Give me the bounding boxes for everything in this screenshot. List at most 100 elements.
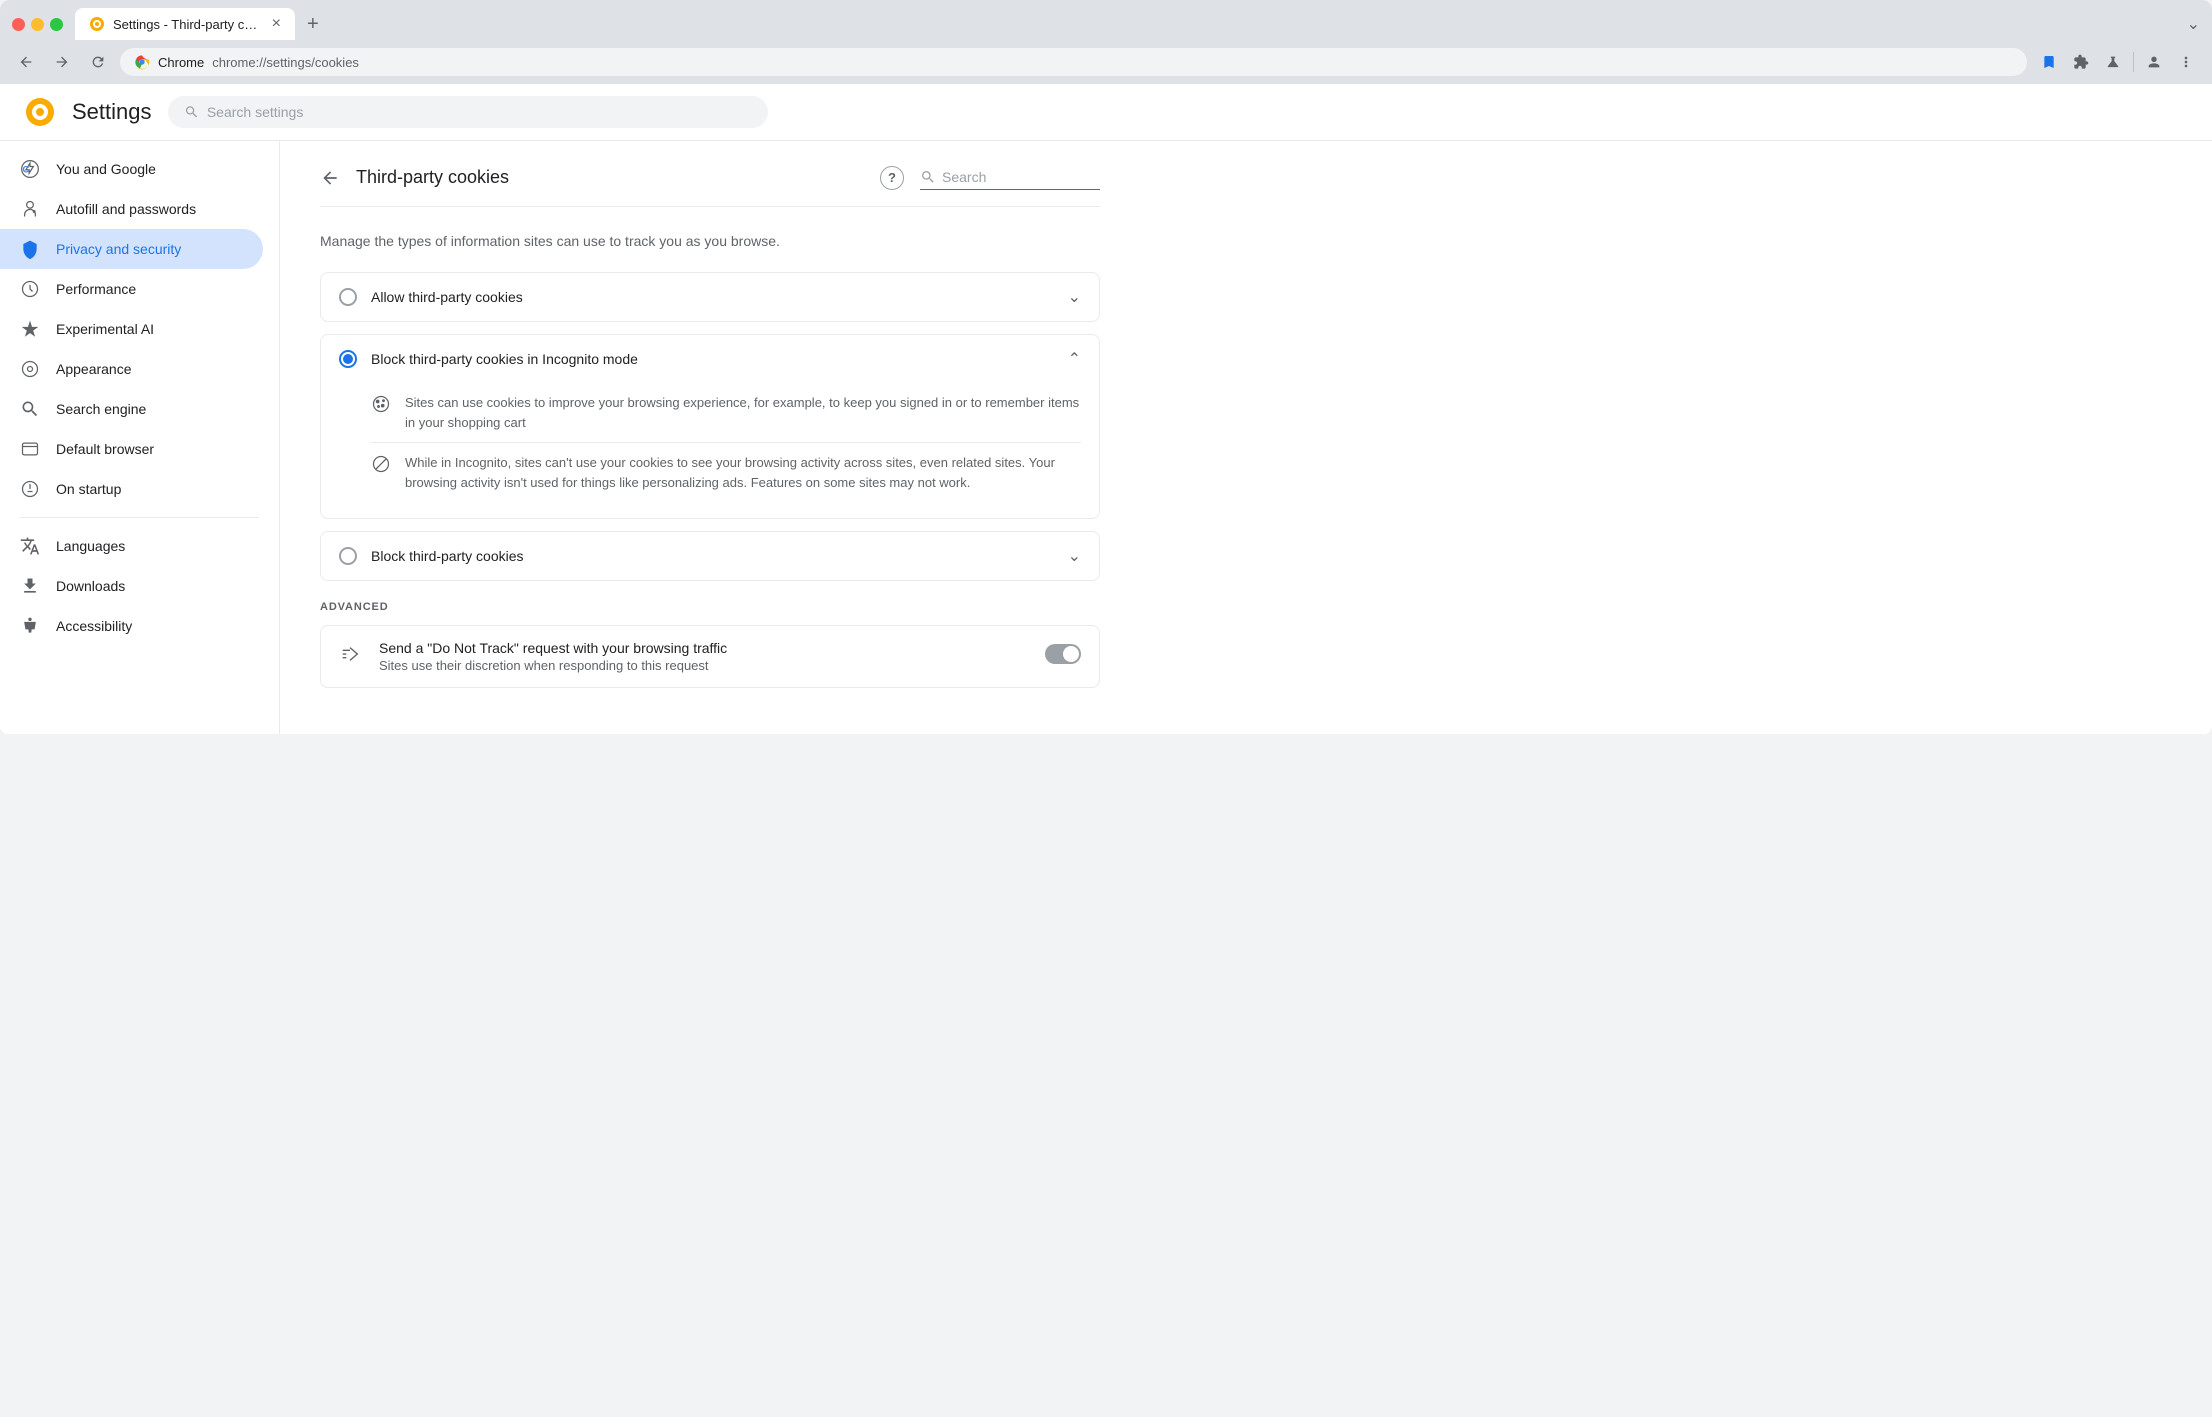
sidebar: G You and Google Autofill and passwords — [0, 141, 280, 734]
forward-button[interactable] — [48, 48, 76, 76]
do-not-track-row: Send a "Do Not Track" request with your … — [320, 625, 1100, 688]
sidebar-label-languages: Languages — [56, 538, 125, 554]
sidebar-item-performance[interactable]: Performance — [0, 269, 263, 309]
profile-button[interactable] — [2140, 48, 2168, 76]
option-incognito-label: Block third-party cookies in Incognito m… — [371, 351, 1054, 367]
tab-overflow-button[interactable]: ⌄ — [2187, 14, 2200, 34]
sidebar-label-performance: Performance — [56, 281, 136, 297]
option-block-incognito: Block third-party cookies in Incognito m… — [320, 334, 1100, 519]
sidebar-item-appearance[interactable]: Appearance — [0, 349, 263, 389]
help-button[interactable]: ? — [880, 166, 904, 190]
expanded-item-1: Sites can use cookies to improve your br… — [371, 383, 1081, 442]
performance-icon — [20, 279, 40, 299]
settings-search-input[interactable] — [207, 104, 752, 120]
radio-allow[interactable] — [339, 288, 357, 306]
google-icon: G — [20, 159, 40, 179]
search-icon — [184, 104, 199, 120]
option-block-all-label: Block third-party cookies — [371, 548, 1054, 564]
page-search-icon — [920, 169, 936, 185]
sidebar-item-search-engine[interactable]: Search engine — [0, 389, 263, 429]
content-area: Third-party cookies ? Manage the types o… — [280, 141, 2212, 734]
block-icon — [371, 454, 391, 474]
back-button[interactable] — [12, 48, 40, 76]
expanded-item-2: While in Incognito, sites can't use your… — [371, 443, 1081, 502]
page-search-box[interactable] — [920, 165, 1100, 190]
traffic-light-green[interactable] — [50, 18, 63, 31]
page-search-input[interactable] — [942, 169, 1082, 185]
sidebar-label-accessibility: Accessibility — [56, 618, 132, 634]
do-not-track-main: Send a "Do Not Track" request with your … — [379, 640, 1029, 656]
sidebar-label-search-engine: Search engine — [56, 401, 146, 417]
settings-search-bar[interactable] — [168, 96, 768, 128]
sidebar-item-privacy[interactable]: Privacy and security — [0, 229, 263, 269]
sidebar-item-accessibility[interactable]: Accessibility — [0, 606, 263, 646]
chrome-logo-icon — [134, 54, 150, 70]
option-block-all-header[interactable]: Block third-party cookies ⌄ — [321, 532, 1099, 580]
option-block-all-chevron: ⌄ — [1068, 546, 1081, 566]
sidebar-item-experimental-ai[interactable]: Experimental AI — [0, 309, 263, 349]
toggle-knob — [1063, 646, 1079, 662]
search-engine-icon — [20, 399, 40, 419]
option-allow-chevron: ⌄ — [1068, 287, 1081, 307]
cookie-icon — [371, 394, 391, 414]
advanced-label: Advanced — [320, 601, 1100, 613]
new-tab-button[interactable]: + — [299, 13, 327, 36]
sidebar-item-downloads[interactable]: Downloads — [0, 566, 263, 606]
expanded-text-1: Sites can use cookies to improve your br… — [405, 393, 1081, 432]
sidebar-label-on-startup: On startup — [56, 481, 121, 497]
sidebar-label-privacy: Privacy and security — [56, 241, 181, 257]
page-back-button[interactable] — [320, 168, 340, 188]
sidebar-label-ai: Experimental AI — [56, 321, 154, 337]
reload-button[interactable] — [84, 48, 112, 76]
sidebar-divider — [20, 517, 259, 518]
shield-icon — [20, 239, 40, 259]
do-not-track-sub: Sites use their discretion when respondi… — [379, 658, 1029, 673]
tab-favicon — [89, 16, 105, 32]
accessibility-icon — [20, 616, 40, 636]
labs-button[interactable] — [2099, 48, 2127, 76]
option-block-all: Block third-party cookies ⌄ — [320, 531, 1100, 581]
startup-icon — [20, 479, 40, 499]
active-tab[interactable]: Settings - Third-party cookie × — [75, 8, 295, 40]
sidebar-item-you-and-google[interactable]: G You and Google — [0, 149, 263, 189]
tab-title: Settings - Third-party cookie — [113, 17, 264, 32]
sidebar-label-default-browser: Default browser — [56, 441, 154, 457]
page-header: Third-party cookies ? — [320, 165, 1100, 207]
sidebar-item-autofill[interactable]: Autofill and passwords — [0, 189, 263, 229]
expanded-text-2: While in Incognito, sites can't use your… — [405, 453, 1081, 492]
sidebar-item-default-browser[interactable]: Default browser — [0, 429, 263, 469]
sidebar-label-you-and-google: You and Google — [56, 161, 156, 177]
settings-title: Settings — [72, 99, 152, 125]
downloads-icon — [20, 576, 40, 596]
option-allow-header[interactable]: Allow third-party cookies ⌄ — [321, 273, 1099, 321]
menu-button[interactable] — [2172, 48, 2200, 76]
settings-logo — [24, 96, 56, 128]
option-allow-cookies: Allow third-party cookies ⌄ — [320, 272, 1100, 322]
address-bar[interactable]: Chrome chrome://settings/cookies — [120, 48, 2027, 76]
radio-incognito[interactable] — [339, 350, 357, 368]
tab-close-button[interactable]: × — [272, 16, 281, 32]
languages-icon — [20, 536, 40, 556]
sidebar-label-appearance: Appearance — [56, 361, 132, 377]
radio-inner — [343, 354, 353, 364]
radio-block-all[interactable] — [339, 547, 357, 565]
do-not-track-icon — [339, 642, 363, 666]
extensions-button[interactable] — [2067, 48, 2095, 76]
do-not-track-toggle[interactable] — [1045, 644, 1081, 664]
ai-icon — [20, 319, 40, 339]
option-incognito-header[interactable]: Block third-party cookies in Incognito m… — [321, 335, 1099, 383]
option-incognito-expanded: Sites can use cookies to improve your br… — [321, 383, 1099, 518]
svg-text:G: G — [23, 164, 30, 174]
toolbar-divider — [2133, 52, 2134, 72]
autofill-icon — [20, 199, 40, 219]
page-description: Manage the types of information sites ca… — [320, 231, 1100, 252]
traffic-light-red[interactable] — [12, 18, 25, 31]
bookmark-button[interactable] — [2035, 48, 2063, 76]
sidebar-label-autofill: Autofill and passwords — [56, 201, 196, 217]
sidebar-item-languages[interactable]: Languages — [0, 526, 263, 566]
sidebar-item-on-startup[interactable]: On startup — [0, 469, 263, 509]
sidebar-label-downloads: Downloads — [56, 578, 125, 594]
option-incognito-chevron: ⌃ — [1068, 349, 1081, 369]
option-allow-label: Allow third-party cookies — [371, 289, 1054, 305]
traffic-light-yellow[interactable] — [31, 18, 44, 31]
